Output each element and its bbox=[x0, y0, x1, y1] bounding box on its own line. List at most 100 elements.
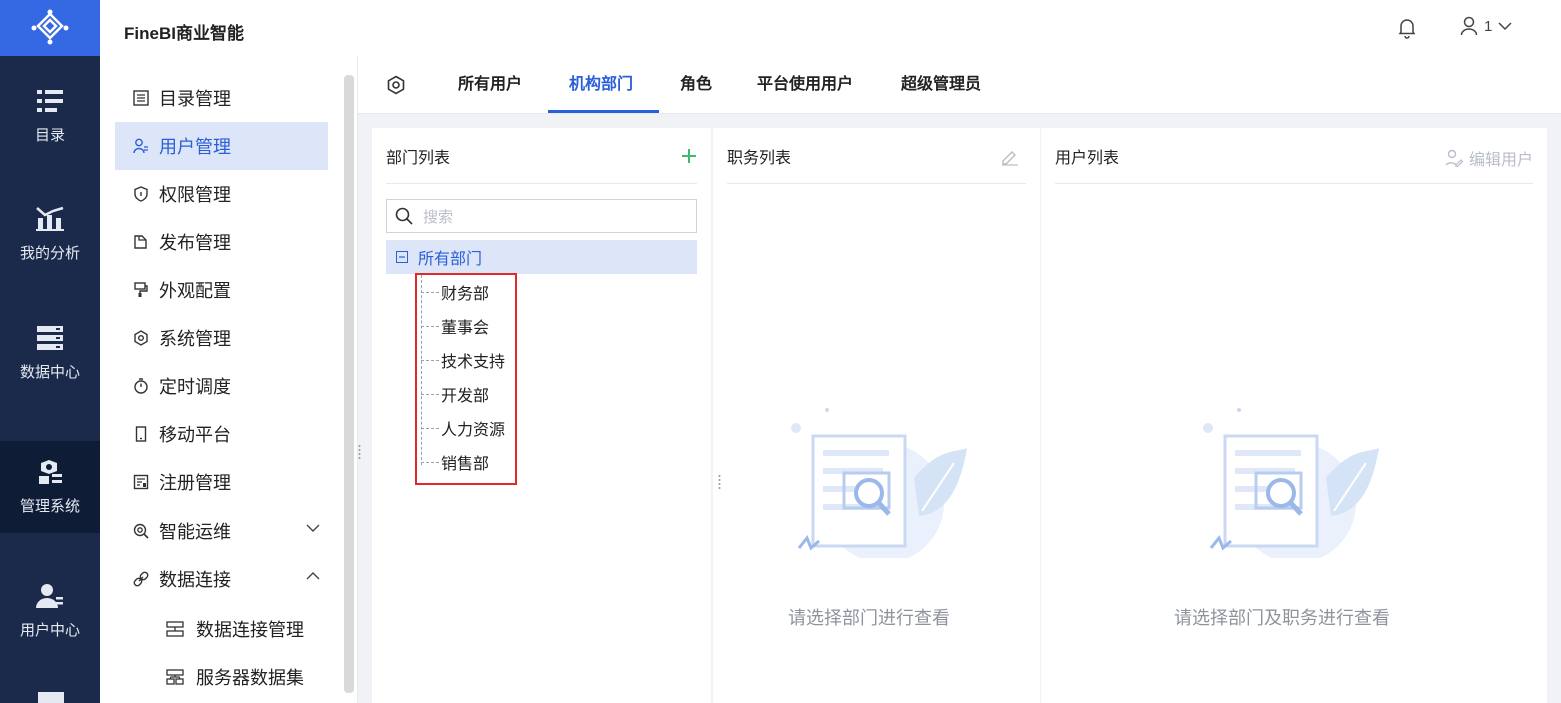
chevron-down-icon bbox=[1498, 22, 1512, 31]
tab-departments[interactable]: 机构部门 bbox=[569, 56, 633, 114]
position-panel-header: 职务列表 bbox=[727, 128, 1026, 184]
menu-item-system[interactable]: 系统管理 bbox=[115, 314, 328, 362]
tree-node-dept[interactable]: 开发部 bbox=[417, 377, 489, 411]
tab-bar: 所有用户 机构部门 角色 平台使用用户 超级管理员 bbox=[358, 56, 1561, 114]
system-gear-icon bbox=[133, 330, 149, 346]
user-panel-header: 用户列表 编辑用户 bbox=[1055, 128, 1533, 184]
submenu-item-label: 服务器数据集 bbox=[196, 668, 304, 688]
resize-handle[interactable] bbox=[358, 444, 361, 460]
nav-item-analysis[interactable]: 我的分析 bbox=[0, 188, 100, 280]
panel-title: 职务列表 bbox=[727, 149, 792, 167]
resize-handle[interactable] bbox=[718, 474, 721, 490]
logo-icon bbox=[31, 9, 69, 45]
management-icon bbox=[39, 459, 62, 484]
active-tab-indicator bbox=[548, 110, 659, 113]
menu-item-catalog-manage[interactable]: 目录管理 bbox=[115, 74, 328, 122]
dept-label: 人力资源 bbox=[441, 422, 506, 439]
tree-node-dept[interactable]: 董事会 bbox=[417, 309, 489, 343]
position-panel: 职务列表 请选择部门进行查看 bbox=[713, 128, 1040, 703]
nav-item-management[interactable]: 管理系统 bbox=[0, 441, 100, 533]
empty-state-illustration bbox=[791, 408, 967, 558]
menu-item-label: 数据连接 bbox=[159, 570, 231, 590]
main-content: 所有用户 机构部门 角色 平台使用用户 超级管理员 部门列表 搜索 所有部门 职… bbox=[358, 56, 1561, 703]
menu-item-label: 外观配置 bbox=[159, 281, 231, 301]
nav-item-catalog[interactable]: 目录 bbox=[0, 70, 100, 162]
nav-label: 目录 bbox=[34, 126, 65, 144]
menu-item-permission[interactable]: 权限管理 bbox=[115, 170, 328, 218]
user-manage-icon bbox=[133, 138, 149, 154]
catalog-icon bbox=[37, 89, 63, 112]
dept-label: 开发部 bbox=[441, 388, 490, 405]
nav-item-data-center[interactable]: 数据中心 bbox=[0, 307, 100, 399]
list-icon bbox=[133, 90, 149, 106]
data-center-icon bbox=[37, 325, 63, 350]
mobile-icon bbox=[133, 426, 149, 442]
nav-label: 用户中心 bbox=[19, 621, 80, 639]
user-panel: 用户列表 编辑用户 请选择部门及职务进行查看 bbox=[1041, 128, 1547, 703]
menu-item-label: 移动平台 bbox=[159, 425, 231, 445]
submenu-item-label: 数据连接管理 bbox=[196, 620, 304, 640]
panel-title: 用户列表 bbox=[1055, 149, 1120, 167]
nav-label: 我的分析 bbox=[19, 244, 80, 262]
collapse-icon[interactable] bbox=[396, 251, 408, 263]
nav-item-user-center[interactable]: 用户中心 bbox=[0, 565, 100, 657]
publish-icon bbox=[133, 234, 149, 250]
user-empty-text: 请选择部门及职务进行查看 bbox=[1174, 608, 1390, 628]
tree-node-dept[interactable]: 人力资源 bbox=[417, 411, 505, 445]
tree-node-dept[interactable]: 技术支持 bbox=[417, 343, 505, 377]
menu-item-connection[interactable]: 数据连接 bbox=[115, 555, 328, 603]
dept-label: 技术支持 bbox=[441, 354, 506, 371]
empty-state-illustration bbox=[1203, 408, 1379, 558]
submenu-item-connection-manage[interactable]: 数据连接管理 bbox=[166, 605, 304, 653]
server-dataset-icon bbox=[166, 669, 184, 685]
menu-item-mobile[interactable]: 移动平台 bbox=[115, 410, 328, 458]
menu-item-label: 目录管理 bbox=[159, 89, 231, 109]
app-logo[interactable] bbox=[0, 0, 100, 56]
ops-icon bbox=[133, 523, 149, 539]
tab-all-users[interactable]: 所有用户 bbox=[458, 56, 522, 114]
menu-item-label: 权限管理 bbox=[159, 185, 231, 205]
edit-user-button[interactable]: 编辑用户 bbox=[1445, 146, 1533, 170]
tab-super-admin[interactable]: 超级管理员 bbox=[901, 56, 981, 114]
timer-icon bbox=[133, 378, 149, 394]
menu-item-ops[interactable]: 智能运维 bbox=[115, 507, 328, 555]
search-icon bbox=[395, 207, 413, 225]
menu-scrollbar[interactable] bbox=[344, 75, 354, 693]
menu-item-appearance[interactable]: 外观配置 bbox=[115, 266, 328, 314]
chevron-down-icon bbox=[306, 524, 320, 532]
tree-root-all-departments[interactable]: 所有部门 bbox=[386, 240, 697, 274]
user-icon bbox=[1460, 16, 1478, 36]
tab-roles[interactable]: 角色 bbox=[680, 56, 712, 114]
department-search-input[interactable]: 搜索 bbox=[386, 199, 697, 233]
menu-item-label: 注册管理 bbox=[159, 473, 231, 493]
nav-item-more[interactable] bbox=[38, 692, 64, 703]
menu-item-label: 定时调度 bbox=[159, 377, 231, 397]
panel-title: 部门列表 bbox=[386, 149, 451, 167]
user-menu[interactable]: 1 bbox=[1460, 16, 1512, 36]
dept-label: 财务部 bbox=[441, 286, 490, 303]
menu-item-label: 智能运维 bbox=[159, 522, 231, 542]
bell-icon[interactable] bbox=[1397, 17, 1417, 39]
add-icon[interactable] bbox=[681, 148, 697, 164]
tree-root-label: 所有部门 bbox=[418, 251, 483, 268]
menu-item-label: 用户管理 bbox=[159, 137, 231, 157]
nav-label: 数据中心 bbox=[19, 363, 80, 381]
top-header: FineBI商业智能 1 bbox=[100, 0, 1561, 56]
permission-icon bbox=[133, 186, 149, 202]
search-placeholder: 搜索 bbox=[423, 208, 454, 226]
nav-label: 管理系统 bbox=[19, 497, 80, 515]
user-name: 1 bbox=[1484, 17, 1493, 35]
menu-item-publish[interactable]: 发布管理 bbox=[115, 218, 328, 266]
tree-node-dept[interactable]: 销售部 bbox=[417, 445, 489, 479]
menu-item-register[interactable]: 注册管理 bbox=[115, 458, 328, 506]
edit-pencil-icon[interactable] bbox=[1000, 148, 1020, 166]
secondary-menu: 目录管理 用户管理 权限管理 发布管理 外观配置 系统管理 定时调度 移动平台 … bbox=[100, 56, 358, 703]
primary-nav: 目录 我的分析 数据中心 管理系统 用户中心 bbox=[0, 56, 100, 703]
tree-node-dept[interactable]: 财务部 bbox=[417, 275, 489, 309]
menu-item-timer[interactable]: 定时调度 bbox=[115, 362, 328, 410]
submenu-item-server-dataset[interactable]: 服务器数据集 bbox=[166, 653, 304, 701]
user-center-icon bbox=[36, 583, 63, 608]
menu-item-user-manage[interactable]: 用户管理 bbox=[115, 122, 328, 170]
gear-icon[interactable] bbox=[386, 75, 406, 95]
tab-platform-users[interactable]: 平台使用用户 bbox=[757, 56, 853, 114]
